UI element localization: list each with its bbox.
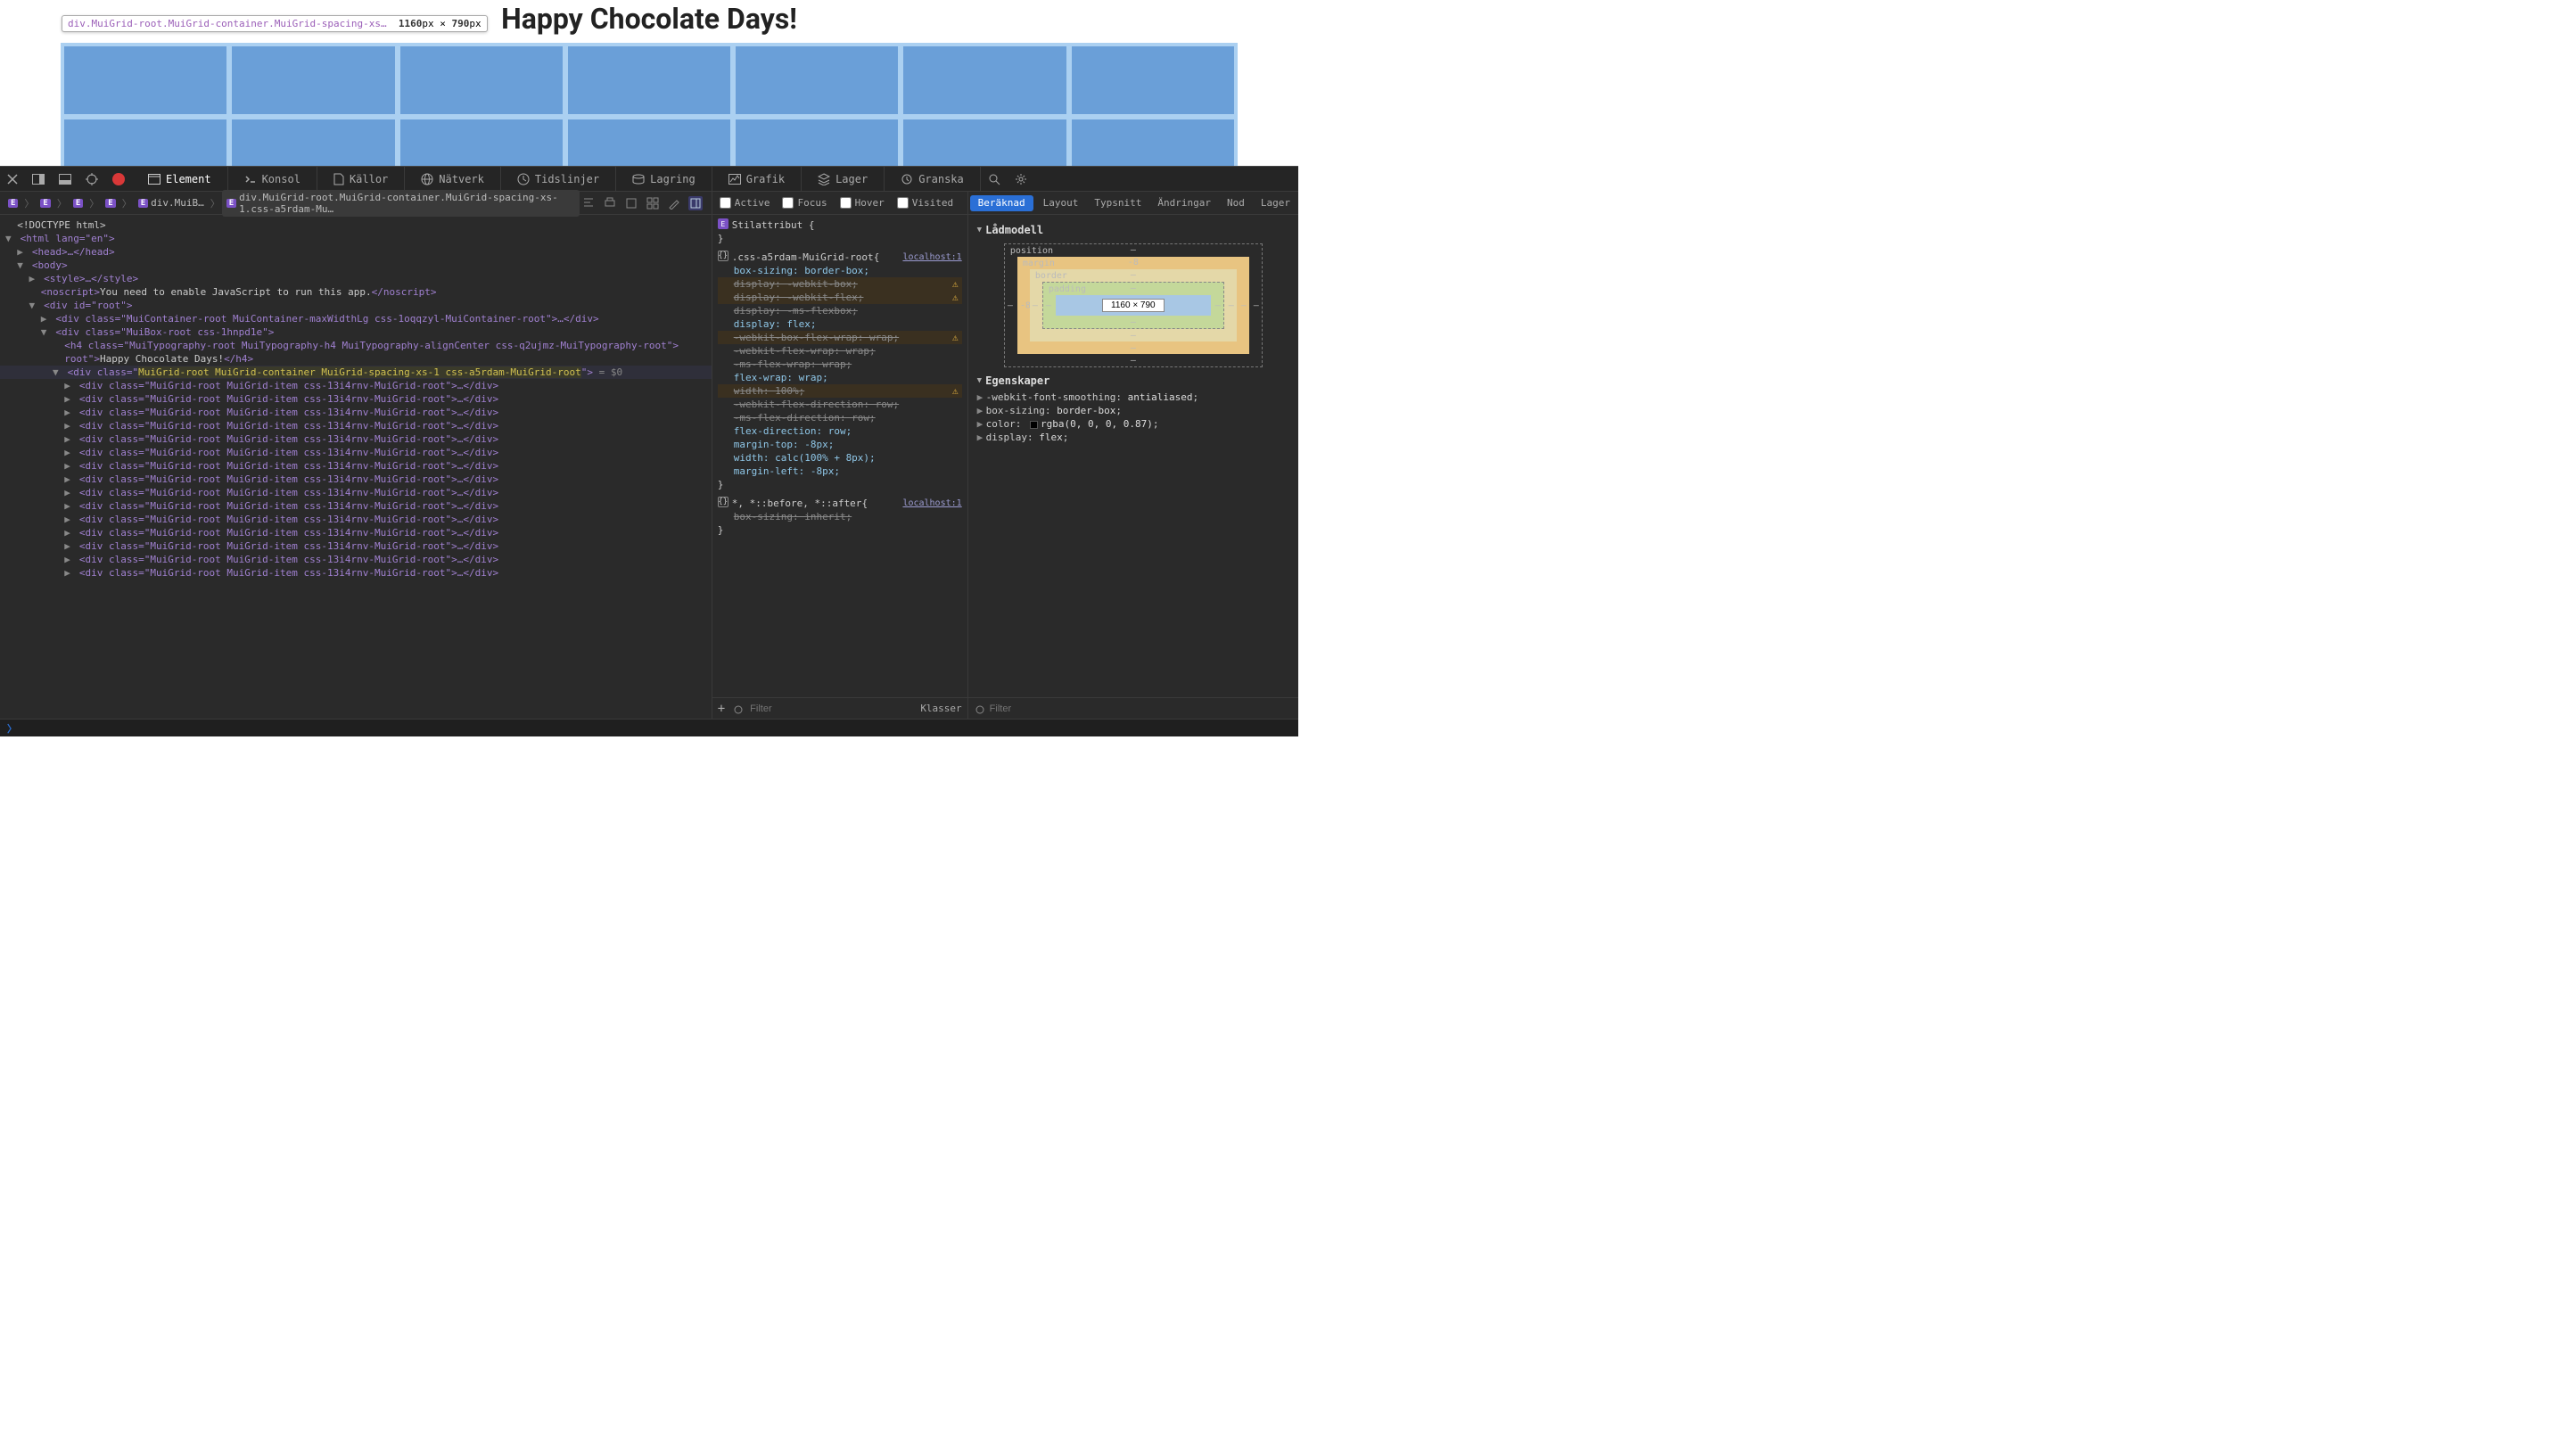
grid-item bbox=[400, 46, 563, 114]
tab-grafik[interactable]: Grafik bbox=[712, 167, 802, 192]
crumb-e[interactable]: E bbox=[101, 197, 119, 210]
computed-footer bbox=[968, 697, 1298, 719]
console-drawer[interactable]: 〉 bbox=[0, 719, 1298, 736]
tab-natverk[interactable]: Nätverk bbox=[405, 167, 501, 192]
grid-item bbox=[736, 46, 898, 114]
devtools: Element Konsol Källor Nätverk Tidslinjer… bbox=[0, 166, 1298, 736]
tab-lager[interactable]: Lager bbox=[802, 167, 885, 192]
close-icon[interactable] bbox=[0, 167, 25, 192]
tab-kallor[interactable]: Källor bbox=[317, 167, 405, 192]
box-model[interactable]: position – – – – margin -8 – -8 – bord bbox=[1004, 243, 1263, 367]
grid-item bbox=[736, 119, 898, 166]
rtab-andringar[interactable]: Ändringar bbox=[1149, 192, 1219, 215]
tab-lagring[interactable]: Lagring bbox=[616, 167, 712, 192]
rtab-beraknad[interactable]: Beräknad bbox=[970, 195, 1033, 211]
grid-item bbox=[64, 119, 226, 166]
rtab-lager[interactable]: Lager bbox=[1253, 192, 1298, 215]
elements-panel: E〉 E〉 E〉 E〉 Ediv.MuiB…〉 Ediv.MuiGrid-roo… bbox=[0, 192, 712, 719]
tab-granska[interactable]: Granska bbox=[885, 167, 981, 192]
target-icon[interactable] bbox=[78, 167, 105, 192]
computed-properties[interactable]: ▶-webkit-font-smoothing: antialiased; ▶b… bbox=[977, 391, 1289, 444]
computed-filter-input[interactable] bbox=[990, 703, 1293, 714]
dom-tree[interactable]: <!DOCTYPE html> ▼ <html lang="en"> ▶ <he… bbox=[0, 215, 712, 719]
grid-item bbox=[232, 119, 394, 166]
right-tabs: Beräknad Layout Typsnitt Ändringar Nod L… bbox=[968, 192, 1298, 215]
pseudo-states: Active Focus Hover Visited bbox=[712, 192, 967, 215]
filter-icon[interactable] bbox=[732, 703, 743, 714]
grid-item bbox=[1072, 46, 1234, 114]
grid-item bbox=[1072, 119, 1234, 166]
format-icon[interactable] bbox=[581, 196, 596, 210]
console-prompt-icon: 〉 bbox=[7, 721, 17, 736]
grid-item bbox=[232, 46, 394, 114]
devtools-tabbar: Element Konsol Källor Nätverk Tidslinjer… bbox=[0, 167, 1298, 192]
device-icon[interactable] bbox=[624, 196, 638, 210]
dock-bottom-icon[interactable] bbox=[52, 167, 78, 192]
filter-icon[interactable] bbox=[974, 703, 984, 714]
details-toggle-icon[interactable] bbox=[688, 196, 703, 210]
grid bbox=[64, 46, 1234, 166]
rtab-layout[interactable]: Layout bbox=[1035, 192, 1087, 215]
computed-panel: Beräknad Layout Typsnitt Ändringar Nod L… bbox=[968, 192, 1298, 719]
state-focus[interactable]: Focus bbox=[782, 197, 827, 209]
grid-item bbox=[400, 119, 563, 166]
paint-icon[interactable] bbox=[667, 196, 681, 210]
grid-item bbox=[903, 119, 1066, 166]
tab-tidslinjer[interactable]: Tidslinjer bbox=[501, 167, 616, 192]
state-hover[interactable]: Hover bbox=[840, 197, 885, 209]
gear-icon[interactable] bbox=[1008, 167, 1034, 192]
color-swatch[interactable] bbox=[1030, 421, 1038, 429]
styles-list[interactable]: EStilattribut { } {}.css-a5rdam-MuiGrid-… bbox=[712, 215, 967, 697]
styles-filter-input[interactable] bbox=[750, 703, 913, 714]
crumb-node-selected[interactable]: Ediv.MuiGrid-root.MuiGrid-container.MuiG… bbox=[222, 190, 580, 217]
breadcrumb: E〉 E〉 E〉 E〉 Ediv.MuiB…〉 Ediv.MuiGrid-roo… bbox=[0, 192, 712, 215]
crumb-e[interactable]: E bbox=[36, 197, 54, 210]
add-rule-icon[interactable]: + bbox=[718, 702, 725, 716]
grid-item bbox=[64, 46, 226, 114]
crumb-e[interactable]: E bbox=[4, 197, 22, 210]
grid-container-highlight bbox=[61, 43, 1238, 166]
error-badge[interactable] bbox=[105, 167, 132, 192]
grid-icon[interactable] bbox=[646, 196, 660, 210]
inspect-tooltip: div.MuiGrid-root.MuiGrid-container.MuiGr… bbox=[62, 15, 488, 32]
dock-side-icon[interactable] bbox=[25, 167, 52, 192]
crumb-node[interactable]: Ediv.MuiB… bbox=[134, 195, 209, 210]
rtab-nod[interactable]: Nod bbox=[1219, 192, 1253, 215]
box-content-size[interactable] bbox=[1102, 299, 1165, 312]
styles-footer: + Klasser bbox=[712, 697, 967, 719]
box-model-header[interactable]: ▼Lådmodell bbox=[977, 224, 1289, 236]
state-visited[interactable]: Visited bbox=[897, 197, 953, 209]
print-icon[interactable] bbox=[603, 196, 617, 210]
search-icon[interactable] bbox=[981, 167, 1008, 192]
grid-item bbox=[568, 119, 730, 166]
grid-item bbox=[903, 46, 1066, 114]
styles-panel: Active Focus Hover Visited EStilattribut… bbox=[712, 192, 968, 719]
properties-header[interactable]: ▼Egenskaper bbox=[977, 374, 1289, 387]
crumb-e[interactable]: E bbox=[69, 197, 87, 210]
classes-button[interactable]: Klasser bbox=[920, 703, 961, 714]
tab-element[interactable]: Element bbox=[132, 167, 228, 192]
tab-konsol[interactable]: Konsol bbox=[228, 167, 317, 192]
grid-item bbox=[568, 46, 730, 114]
rtab-typsnitt[interactable]: Typsnitt bbox=[1086, 192, 1149, 215]
page-viewport: Happy Chocolate Days! div.MuiGrid-root.M… bbox=[0, 0, 1298, 166]
state-active[interactable]: Active bbox=[720, 197, 770, 209]
